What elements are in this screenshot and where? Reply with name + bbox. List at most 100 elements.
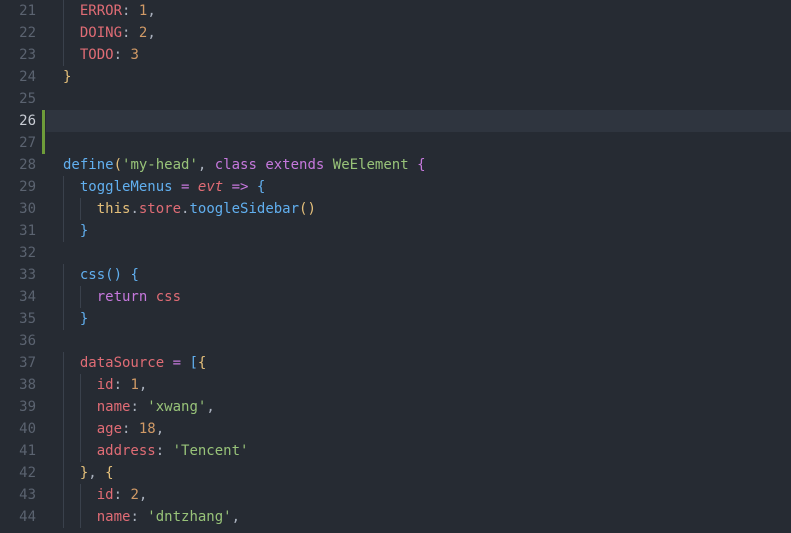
code-line[interactable]: 34 return css [0,286,791,308]
code-token: , [138,487,148,503]
code-token: 3 [130,47,139,63]
code-line[interactable]: 27 [0,132,791,154]
indent-guide [63,506,64,528]
code-token: => [231,179,249,195]
code-line[interactable]: 26 [0,110,791,132]
code-token: store [138,201,182,217]
code-token: [ [189,355,198,371]
code-line[interactable]: 39 name: 'xwang', [0,396,791,418]
code-token: () [299,201,316,217]
line-number: 32 [19,245,36,261]
code-token: toogleSidebar [189,201,300,217]
code-line[interactable]: 38 id: 1, [0,374,791,396]
code-token: : [130,399,148,415]
indent-guide [79,440,81,462]
code-token: : [155,443,173,459]
code-line[interactable]: 31} [0,220,791,242]
code-line[interactable]: 35} [0,308,791,330]
code-line[interactable]: 25 [0,88,791,110]
code-token: { [105,465,114,481]
code-text: dataSource = [{ [80,352,206,374]
code-line[interactable]: 21 ERROR: 1, [0,0,791,22]
line-number: 35 [19,311,36,327]
indent-guide [79,506,81,528]
code-line[interactable]: 36 [0,330,791,352]
line-number: 42 [19,465,36,481]
code-token: DOING [79,25,123,41]
code-token: ( [113,157,123,173]
code-token: , [147,3,156,19]
code-text: name: 'xwang', [97,396,215,418]
line-number: 24 [19,69,36,85]
code-token: , [138,377,148,393]
git-modified-marker [42,132,45,154]
code-text: age: 18, [97,418,164,440]
code-line[interactable]: 22 DOING: 2, [0,22,791,44]
indent-guide [63,396,64,418]
indent-guide [63,374,64,396]
indent-guide [79,374,81,396]
code-token: define [63,157,114,173]
code-text: address: 'Tencent' [97,440,249,462]
indent-guide [63,176,64,198]
indent-guide [63,308,64,330]
code-text: } [80,308,88,330]
code-token: , [231,509,241,525]
code-line[interactable]: 28 define('my-head', class extends WeElem… [0,154,791,176]
code-token: this [96,201,131,217]
code-line[interactable]: 40 age: 18, [0,418,791,440]
code-line[interactable]: 43 id: 2, [0,484,791,506]
line-number: 25 [19,91,36,107]
code-line[interactable]: 24} [0,66,791,88]
code-line[interactable]: 30 this.store.toogleSidebar() [0,198,791,220]
code-text: toggleMenus = evt => { [80,176,266,198]
code-line[interactable]: 44 name: 'dntzhang', [0,506,791,528]
code-line[interactable]: 42 }, { [0,462,791,484]
indent-guide [63,22,64,44]
code-token: : [113,487,131,503]
code-line[interactable]: 23 TODO: 3 [0,44,791,66]
code-line[interactable]: 33 css() { [0,264,791,286]
indent-guide [79,418,81,440]
line-number: 26 [19,113,36,129]
code-token: } [79,223,89,239]
git-modified-marker [42,110,45,132]
code-text: return css [97,286,181,308]
line-number: 41 [19,443,36,459]
code-token: extends [265,157,325,173]
line-number: 44 [19,509,36,525]
line-number: 23 [19,47,36,63]
line-number: 29 [19,179,36,195]
code-line[interactable]: 37 dataSource = [{ [0,352,791,374]
code-line[interactable]: 41 address: 'Tencent' [0,440,791,462]
code-editor[interactable]: 21 ERROR: 1, 22 DOING: 2, 23 TODO: 3 24} 25 26 27… [0,0,791,533]
code-token: . [130,201,139,217]
code-token: } [79,311,89,327]
code-text: } [63,66,71,88]
code-text: this.store.toogleSidebar() [97,198,316,220]
code-token: 'xwang' [147,399,207,415]
line-number: 28 [19,157,36,173]
code-token: : [113,377,131,393]
code-token: css [79,267,106,283]
indent-guide [79,198,81,220]
indent-guide [63,352,64,374]
line-number: 38 [19,377,36,393]
code-line[interactable]: 29 toggleMenus = evt => { [0,176,791,198]
code-text: TODO: 3 [80,44,139,66]
code-token: { [130,267,139,283]
code-token: WeElement [332,157,409,173]
code-token: age [96,421,123,437]
indent-guide [63,440,64,462]
code-token: : [130,509,148,525]
line-number: 34 [19,289,36,305]
code-text: id: 2, [97,484,148,506]
code-text: }, { [80,462,114,484]
code-text: name: 'dntzhang', [97,506,240,528]
code-line[interactable]: 32 [0,242,791,264]
